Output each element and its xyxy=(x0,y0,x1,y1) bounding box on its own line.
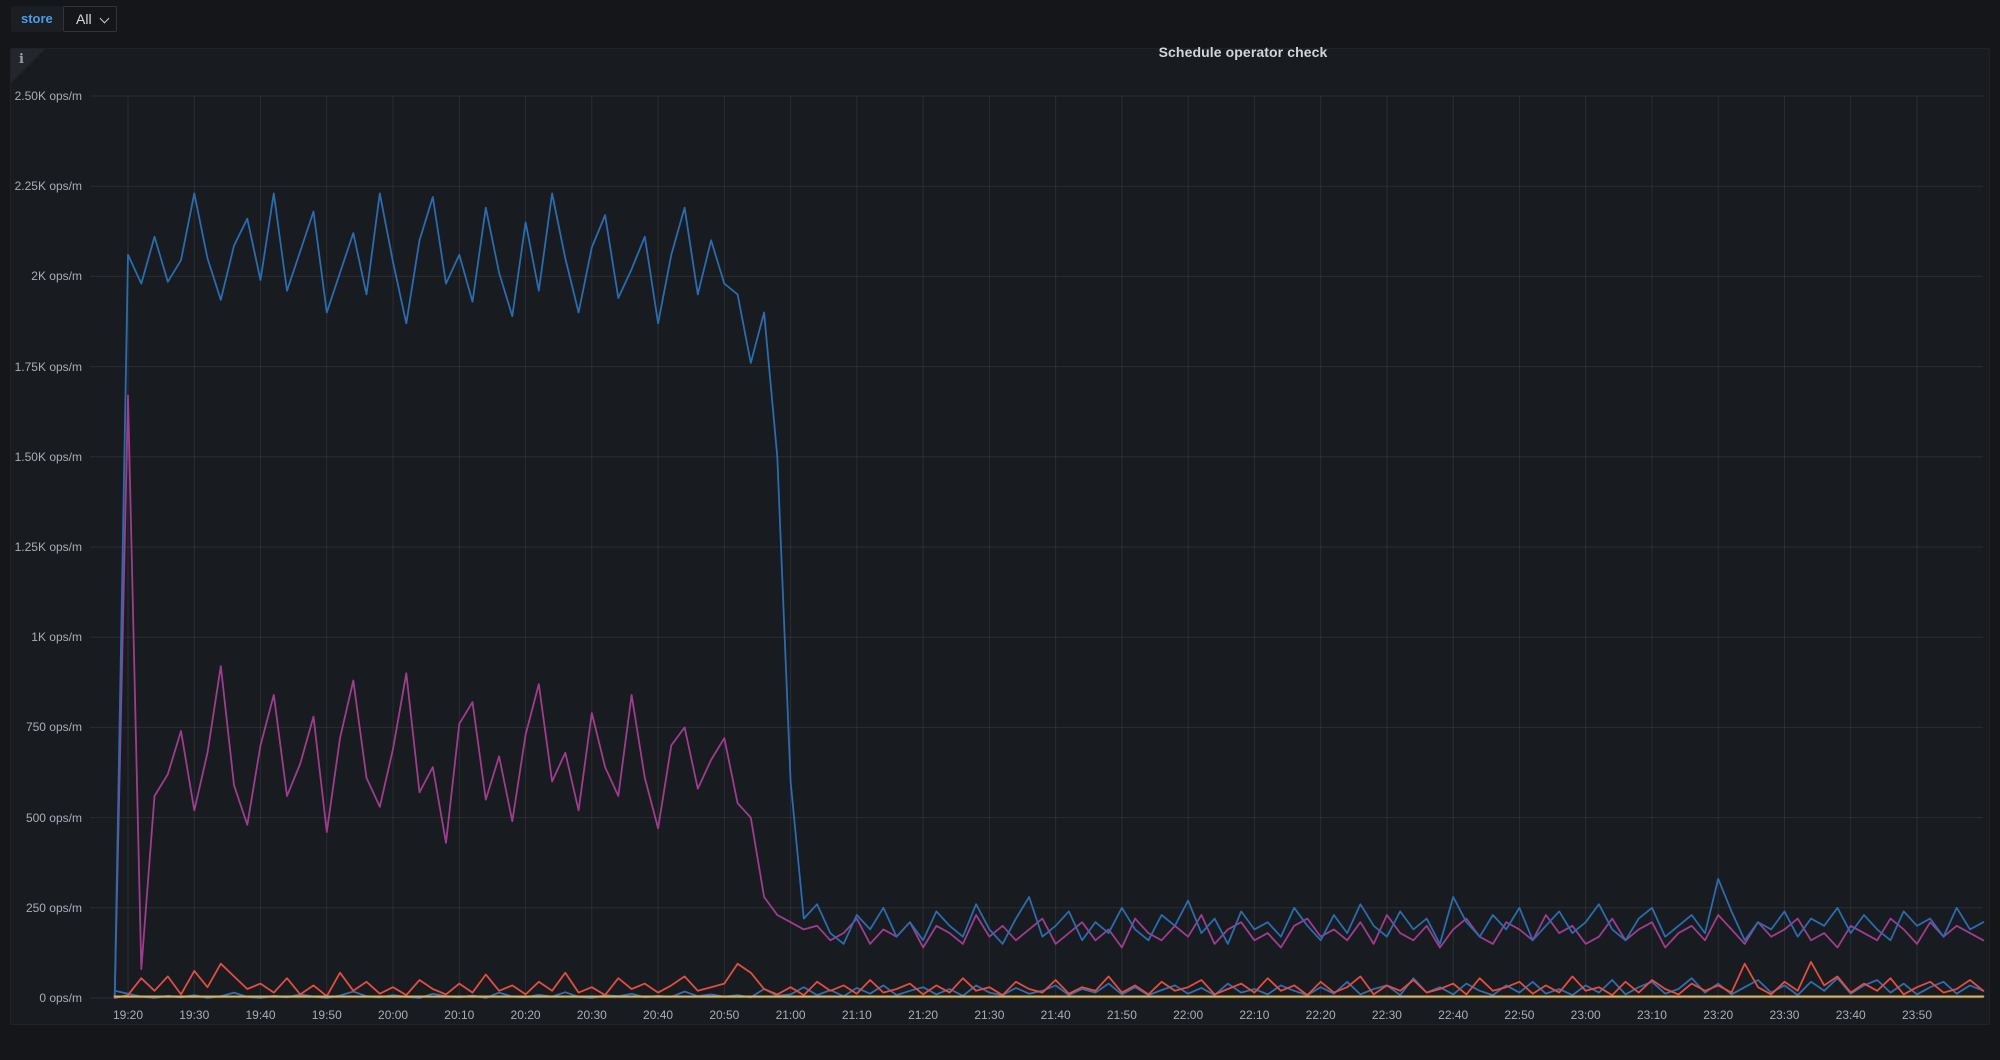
y-axis-tick-label: 500 ops/m xyxy=(0,811,82,825)
x-axis-tick-label: 19:40 xyxy=(231,1008,291,1022)
x-axis-tick-label: 20:00 xyxy=(363,1008,423,1022)
x-axis-tick-label: 21:40 xyxy=(1026,1008,1086,1022)
y-axis-tick-label: 1.75K ops/m xyxy=(0,360,82,374)
y-axis-tick-label: 750 ops/m xyxy=(0,720,82,734)
x-axis-tick-label: 20:20 xyxy=(496,1008,556,1022)
x-axis-tick-label: 23:20 xyxy=(1688,1008,1748,1022)
y-axis-tick-label: 0 ops/m xyxy=(0,991,82,1005)
dashboard-page: store All i Schedule operator check 0 op… xyxy=(0,0,2000,1060)
series-red xyxy=(115,962,1984,998)
x-axis-tick-label: 20:10 xyxy=(429,1008,489,1022)
x-axis-tick-label: 21:00 xyxy=(761,1008,821,1022)
x-axis-tick-label: 22:30 xyxy=(1357,1008,1417,1022)
y-axis-tick-label: 2K ops/m xyxy=(0,269,82,283)
y-axis-tick-label: 1.50K ops/m xyxy=(0,450,82,464)
x-axis-tick-label: 22:00 xyxy=(1158,1008,1218,1022)
x-axis-tick-label: 22:50 xyxy=(1489,1008,1549,1022)
series-blue-main xyxy=(115,193,1984,998)
x-axis-tick-label: 20:30 xyxy=(562,1008,622,1022)
x-axis-tick-label: 22:20 xyxy=(1291,1008,1351,1022)
x-axis-tick-label: 19:30 xyxy=(164,1008,224,1022)
x-axis-tick-label: 20:40 xyxy=(628,1008,688,1022)
x-axis-tick-label: 23:50 xyxy=(1887,1008,1947,1022)
y-axis-tick-label: 2.25K ops/m xyxy=(0,179,82,193)
x-axis-tick-label: 22:40 xyxy=(1423,1008,1483,1022)
timeseries-chart[interactable] xyxy=(0,0,2000,1060)
x-axis-tick-label: 23:30 xyxy=(1754,1008,1814,1022)
x-axis-tick-label: 19:50 xyxy=(297,1008,357,1022)
x-axis-tick-label: 20:50 xyxy=(694,1008,754,1022)
x-axis-tick-label: 21:50 xyxy=(1092,1008,1152,1022)
x-axis-tick-label: 19:20 xyxy=(98,1008,158,1022)
y-axis-tick-label: 1K ops/m xyxy=(0,630,82,644)
y-axis-tick-label: 1.25K ops/m xyxy=(0,540,82,554)
x-axis-tick-label: 21:30 xyxy=(959,1008,1019,1022)
x-axis-tick-label: 22:10 xyxy=(1224,1008,1284,1022)
y-axis-tick-label: 2.50K ops/m xyxy=(0,89,82,103)
x-axis-tick-label: 23:00 xyxy=(1556,1008,1616,1022)
x-axis-tick-label: 23:10 xyxy=(1622,1008,1682,1022)
x-axis-tick-label: 21:10 xyxy=(827,1008,887,1022)
x-axis-tick-label: 21:20 xyxy=(893,1008,953,1022)
y-axis-tick-label: 250 ops/m xyxy=(0,901,82,915)
x-axis-tick-label: 23:40 xyxy=(1821,1008,1881,1022)
